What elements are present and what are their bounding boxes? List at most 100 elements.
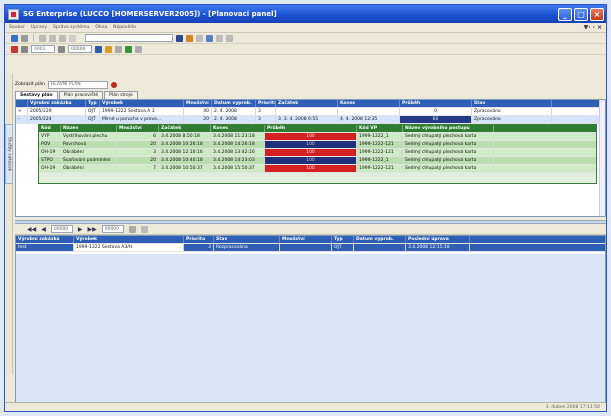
export-icon[interactable] <box>135 45 142 53</box>
col-type[interactable]: Typ <box>332 236 354 243</box>
plan-select[interactable]: HLAVNÍ PLÁN <box>47 80 108 89</box>
report-icon[interactable] <box>226 34 233 42</box>
op-code: OH-19 <box>39 149 61 156</box>
col-vp-name[interactable]: Název výrobního postupu <box>403 125 494 132</box>
users-icon[interactable] <box>206 34 213 42</box>
date-from-field[interactable]: 0001 <box>31 45 55 53</box>
date-to-field[interactable]: 00000 <box>68 45 92 53</box>
col-product[interactable]: Výrobek <box>74 236 184 243</box>
op-end: 3.4.2008 14:26:18 <box>211 141 265 148</box>
cell-type: OJT <box>332 244 354 251</box>
grid2-icon[interactable] <box>49 34 56 42</box>
calendar-icon[interactable] <box>95 45 102 53</box>
prev-record-icon[interactable]: ◀ <box>41 226 46 233</box>
next-record-icon[interactable]: ▶ <box>78 226 83 233</box>
col-start[interactable]: Začátek <box>159 125 211 132</box>
expand-toggle[interactable]: - <box>16 116 28 123</box>
chart-icon[interactable] <box>125 45 132 53</box>
col-qty[interactable]: Množství <box>117 125 159 132</box>
col-name[interactable]: Název <box>61 125 117 132</box>
table-row[interactable]: - 2005/224 OJT Mírné u porucha v provo..… <box>16 116 605 124</box>
col-end[interactable]: Konec <box>338 100 400 107</box>
col-date[interactable]: Datum vyprob. <box>354 236 406 243</box>
col-type[interactable]: Typ <box>86 100 100 107</box>
cancel-icon[interactable] <box>11 45 18 53</box>
menu-item-soubor[interactable]: Soubor <box>9 25 25 30</box>
prev-icon[interactable] <box>21 45 28 53</box>
first-record-icon[interactable]: ◀◀ <box>27 226 36 233</box>
cell-order: test <box>16 244 74 251</box>
op-qty: 7 <box>117 165 159 172</box>
col-order[interactable]: Výrobní zakázka <box>28 100 86 107</box>
operations-hscroll[interactable] <box>39 173 596 183</box>
tab-sestavy[interactable]: Sestavy plán <box>15 91 58 99</box>
print-icon[interactable] <box>186 34 193 42</box>
list-icon[interactable] <box>21 34 28 42</box>
list-item[interactable]: STPO Svařování podmínění 20 3.4.2008 10:… <box>39 157 596 165</box>
col-progress[interactable]: Průběh <box>265 125 357 132</box>
record-field-2[interactable]: 00000 <box>101 225 124 233</box>
view-tabs: Sestavy plán Plán pracoviště Plán stroje <box>15 91 606 99</box>
col-order[interactable]: Výrobní zakázka <box>16 236 74 243</box>
op-name: Povrchová <box>61 141 117 148</box>
list-item[interactable]: VYP Vystřihování plechu 6 3.4.2008 8:50:… <box>39 133 596 141</box>
menu-item-napoveda[interactable]: Nápověda <box>113 25 136 30</box>
mdi-controls[interactable]: ▼· · × <box>584 24 602 31</box>
record-field-1[interactable]: 00000 <box>50 225 73 233</box>
grid3-icon[interactable] <box>59 34 66 42</box>
col-date[interactable]: Datum vyprob. <box>212 100 256 107</box>
copy-icon[interactable] <box>140 225 148 233</box>
stop-icon[interactable] <box>110 81 117 88</box>
col-product[interactable]: Výrobek <box>100 100 184 107</box>
col-start[interactable]: Začátek <box>276 100 338 107</box>
col-qty[interactable]: Množství <box>184 100 212 107</box>
table-row[interactable]: + 2005/229 OJT 1999-1222 Sestava A 3 40 … <box>16 108 605 116</box>
next-icon[interactable] <box>58 45 65 53</box>
menu-item-okna[interactable]: Okna <box>95 25 107 30</box>
filter-bar: Zobrazit plán HLAVNÍ PLÁN <box>15 80 606 89</box>
menu-item-upravy[interactable]: Úpravy <box>31 25 47 30</box>
menu-item-sprava[interactable]: Správa systému <box>53 25 89 30</box>
detail-grid: Výrobní zakázka Výrobek Priorita Stav Mn… <box>15 235 606 405</box>
settings-icon[interactable] <box>216 34 223 42</box>
list-item[interactable]: OH-19 Obrábění 3 3.4.2008 12:10:16 3.4.2… <box>39 149 596 157</box>
back-icon[interactable] <box>11 34 18 42</box>
filter-icon[interactable] <box>69 34 76 42</box>
close-button[interactable]: × <box>590 7 604 21</box>
col-status[interactable]: Stav <box>214 236 280 243</box>
side-vertical-tab[interactable]: Služby zakázek <box>5 124 13 184</box>
op-end: 3.4.2008 15:50:37 <box>211 165 265 172</box>
tab-stroje[interactable]: Plán stroje <box>104 91 138 99</box>
grid-icon[interactable] <box>39 34 46 42</box>
folder-icon[interactable] <box>105 45 112 53</box>
orders-vscroll[interactable] <box>599 100 605 216</box>
col-priority[interactable]: Priorita <box>256 100 276 107</box>
op-qty: 3 <box>117 149 159 156</box>
status-bar: 3. duben 2008 17:11:50 <box>5 402 606 411</box>
last-record-icon[interactable]: ▶▶ <box>87 226 96 233</box>
col-vp-code[interactable]: Kód VP <box>357 125 403 132</box>
op-name: Obrábění <box>61 149 117 156</box>
tab-pracoviste[interactable]: Plán pracoviště <box>58 91 104 99</box>
minimize-button[interactable]: _ <box>558 7 572 21</box>
op-code: VYP <box>39 133 61 140</box>
search-icon[interactable] <box>196 34 203 42</box>
cell-product[interactable]: 1999-1222 Sestava A3/H <box>74 244 184 251</box>
save-icon[interactable] <box>176 34 183 42</box>
list-item[interactable]: POV Povrchová 20 3.4.2008 10:26:18 3.4.2… <box>39 141 596 149</box>
col-end[interactable]: Konec <box>211 125 265 132</box>
col-progress[interactable]: Průběh <box>400 100 472 107</box>
op-qty: 6 <box>117 133 159 140</box>
col-code[interactable]: Kód <box>39 125 61 132</box>
col-modified[interactable]: Poslední úprava <box>406 236 470 243</box>
toolbar-combo[interactable] <box>85 34 173 42</box>
col-qty[interactable]: Množství <box>280 236 332 243</box>
tools-icon[interactable] <box>128 225 136 233</box>
table-row[interactable]: test 1999-1222 Sestava A3/H 3 Rozpracová… <box>16 244 605 252</box>
maximize-button[interactable]: □ <box>574 7 588 21</box>
list-item[interactable]: OH-19 Obrábění 7 3.4.2008 10:50:37 3.4.2… <box>39 165 596 173</box>
col-status[interactable]: Stav <box>472 100 552 107</box>
expand-toggle[interactable]: + <box>16 108 28 115</box>
col-priority[interactable]: Priorita <box>184 236 214 243</box>
refresh-icon[interactable] <box>115 45 122 53</box>
